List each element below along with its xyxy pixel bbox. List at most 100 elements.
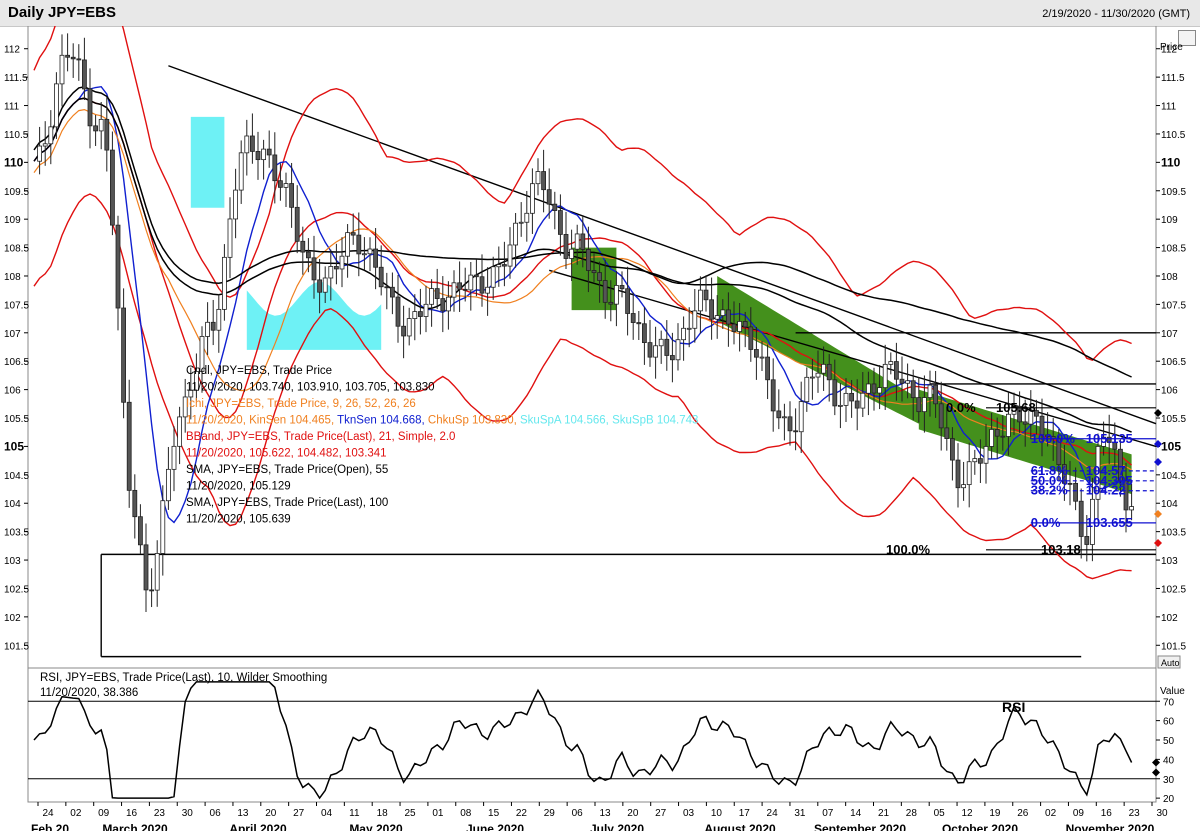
rsi-tick-label: 60 <box>1163 717 1175 728</box>
candle-body <box>82 59 87 90</box>
x-tick-label: 09 <box>1073 808 1085 819</box>
candle-body <box>558 210 563 235</box>
x-tick-label: 30 <box>182 808 194 819</box>
rsi-tick-label: 50 <box>1163 736 1175 747</box>
candle-body <box>574 233 580 250</box>
candle-body <box>843 392 849 406</box>
x-tick-label: 24 <box>767 808 779 819</box>
candle-body <box>115 224 121 309</box>
price-tick-label-left: 102.5 <box>4 584 29 595</box>
x-tick-label: 15 <box>488 808 500 819</box>
candle-body <box>1078 500 1084 537</box>
candle-body <box>1084 536 1090 545</box>
candle-body <box>905 380 910 384</box>
cloud-bull-1 <box>190 116 225 208</box>
price-tick-label-left: 110.5 <box>4 130 29 141</box>
price-tick-label-left: 105 <box>4 439 24 453</box>
candle-body <box>277 180 283 188</box>
price-chart[interactable]: 0.0% 105.68100.0% 105.13561.8% 104.5750.0% 1… <box>0 26 1200 831</box>
candle-body <box>272 154 278 182</box>
candle-body <box>748 326 754 350</box>
x-tick-label: 03 <box>683 808 695 819</box>
fib-level-value: 103.18 <box>1041 542 1081 557</box>
candle-body <box>922 397 927 413</box>
candle-body <box>978 458 983 464</box>
x-tick-label: 02 <box>1045 808 1057 819</box>
x-tick-label: 08 <box>460 808 472 819</box>
candle-body <box>76 58 82 61</box>
candle-body <box>1000 435 1006 438</box>
candle-body <box>782 416 787 419</box>
candle-body <box>104 118 110 151</box>
candle-body <box>776 410 782 419</box>
rsi-tick-label: 20 <box>1163 794 1175 805</box>
candle-body <box>826 363 832 381</box>
candle-body <box>591 270 597 274</box>
candle-body <box>417 311 423 317</box>
fib-level-label: 100.0% <box>886 542 931 557</box>
candle-body <box>804 376 810 403</box>
x-tick-label: 11 <box>349 808 360 819</box>
candle-body <box>429 288 435 305</box>
candle-body <box>462 288 468 291</box>
legend-entry: SMA, JPY=EBS, Trade Price(Last), 100 <box>186 497 388 509</box>
price-tick-label-left: 107.5 <box>4 300 29 311</box>
x-tick-label: 21 <box>878 808 890 819</box>
price-tick-label: 108.5 <box>1161 244 1186 255</box>
candle-body <box>42 143 48 147</box>
rsi-frame <box>27 667 1157 803</box>
candle-body <box>65 54 70 58</box>
candle-body <box>675 339 681 361</box>
legend-row: 11/20/2020, 105.639 <box>186 514 291 526</box>
x-tick-label: 04 <box>321 808 333 819</box>
candle-body <box>944 427 950 439</box>
price-tick-label-left: 111 <box>4 102 20 113</box>
candle-body <box>501 264 507 267</box>
price-tick-label-left: 105.5 <box>4 414 29 425</box>
x-tick-label: 05 <box>934 808 946 819</box>
candle-body <box>552 203 558 211</box>
candle-body <box>283 183 289 188</box>
candle-body <box>546 189 552 205</box>
candle-body <box>950 438 955 461</box>
legend-row: SMA, JPY=EBS, Trade Price(Open), 55 <box>186 464 388 476</box>
candle-body <box>849 392 854 402</box>
candle-body <box>854 400 860 409</box>
auto-button-label: Auto <box>1161 658 1180 668</box>
candle-body <box>154 553 160 591</box>
chart-title: Daily JPY=EBS <box>8 4 116 21</box>
price-tick-label: 112 <box>1161 45 1177 56</box>
candle-body <box>989 429 994 447</box>
price-tick-label: 110.5 <box>1161 130 1186 141</box>
candle-body <box>457 282 463 290</box>
candle-body <box>311 257 317 281</box>
candle-body <box>261 148 267 161</box>
price-tick-label-left: 111.5 <box>4 73 28 84</box>
candle-body <box>451 282 457 298</box>
price-tick-label-left: 109.5 <box>4 187 29 198</box>
candle-body <box>647 342 653 358</box>
candle-body <box>720 309 726 316</box>
fib-level-value: 105.135 <box>1086 431 1133 446</box>
candle-body <box>165 468 171 502</box>
candle-body <box>798 401 804 433</box>
price-tick-label: 110 <box>1161 155 1181 169</box>
legend-entry: SMA, JPY=EBS, Trade Price(Open), 55 <box>186 464 388 476</box>
candle-body <box>569 248 574 259</box>
candle-body <box>1073 482 1078 502</box>
candle-body <box>619 285 625 290</box>
candle-body <box>765 356 770 381</box>
candle-body <box>59 54 65 85</box>
x-tick-label: 06 <box>572 808 584 819</box>
price-tick-label: 105 <box>1161 439 1181 453</box>
candle-body <box>87 88 93 127</box>
legend-entry: SkuSpB 104.743 <box>612 415 698 427</box>
candle-body <box>305 251 311 259</box>
candle-body <box>630 313 636 323</box>
candle-body <box>98 118 104 132</box>
legend-entry: BBand, JPY=EBS, Trade Price(Last), 21, S… <box>186 431 455 443</box>
x-tick-label: 29 <box>544 808 556 819</box>
legend-entry: 11/20/2020, KinSen 104.465, <box>186 415 337 427</box>
candle-body <box>507 244 513 267</box>
x-tick-label: 27 <box>655 808 667 819</box>
